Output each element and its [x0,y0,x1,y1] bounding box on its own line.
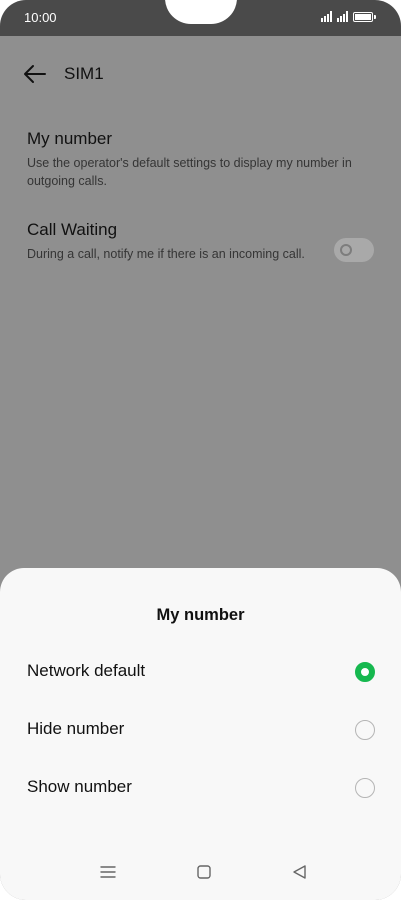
setting-description: During a call, notify me if there is an … [27,247,305,261]
toggle-knob [340,244,352,256]
radio-unselected[interactable] [355,720,375,740]
menu-icon [100,866,116,878]
radio-selected[interactable] [355,662,375,682]
option-label: Hide number [27,719,125,738]
call-waiting-toggle[interactable] [334,238,374,262]
option-label: Network default [27,661,146,680]
back-triangle-icon [293,865,306,879]
system-back-button[interactable] [290,863,310,881]
option-label: Show number [27,777,132,796]
home-button[interactable] [194,863,214,881]
device-frame: 10:00 SIM1 My number Use the operator's … [0,0,401,900]
phone-screen: 10:00 SIM1 My number Use the operator's … [0,0,401,900]
top-app-bar: SIM1 [0,36,401,112]
system-navigation-bar [0,856,401,892]
sheet-title: My number [156,606,245,624]
status-time: 10:00 [24,10,57,25]
battery-icon [353,12,376,22]
my-number-bottom-sheet: My number Network default Hide number Sh… [0,568,401,900]
setting-title: Call Waiting [27,220,118,239]
option-show-number[interactable]: Show number [0,764,401,812]
page-title: SIM1 [64,64,104,83]
signal-sim1-icon [321,11,332,22]
home-icon [197,865,211,879]
arrow-left-icon [24,65,46,83]
status-icons [321,11,376,22]
my-number-setting[interactable]: My number Use the operator's default set… [27,128,377,190]
signal-sim2-icon [337,11,348,22]
setting-title: My number [27,129,113,148]
setting-description: Use the operator's default settings to d… [27,156,352,188]
camera-notch [165,0,237,24]
option-network-default[interactable]: Network default [0,648,401,696]
radio-unselected[interactable] [355,778,375,798]
recent-apps-button[interactable] [98,863,118,881]
option-hide-number[interactable]: Hide number [0,706,401,754]
call-waiting-setting[interactable]: Call Waiting During a call, notify me if… [27,219,377,263]
back-button[interactable] [22,62,48,86]
status-bar: 10:00 [0,0,401,36]
